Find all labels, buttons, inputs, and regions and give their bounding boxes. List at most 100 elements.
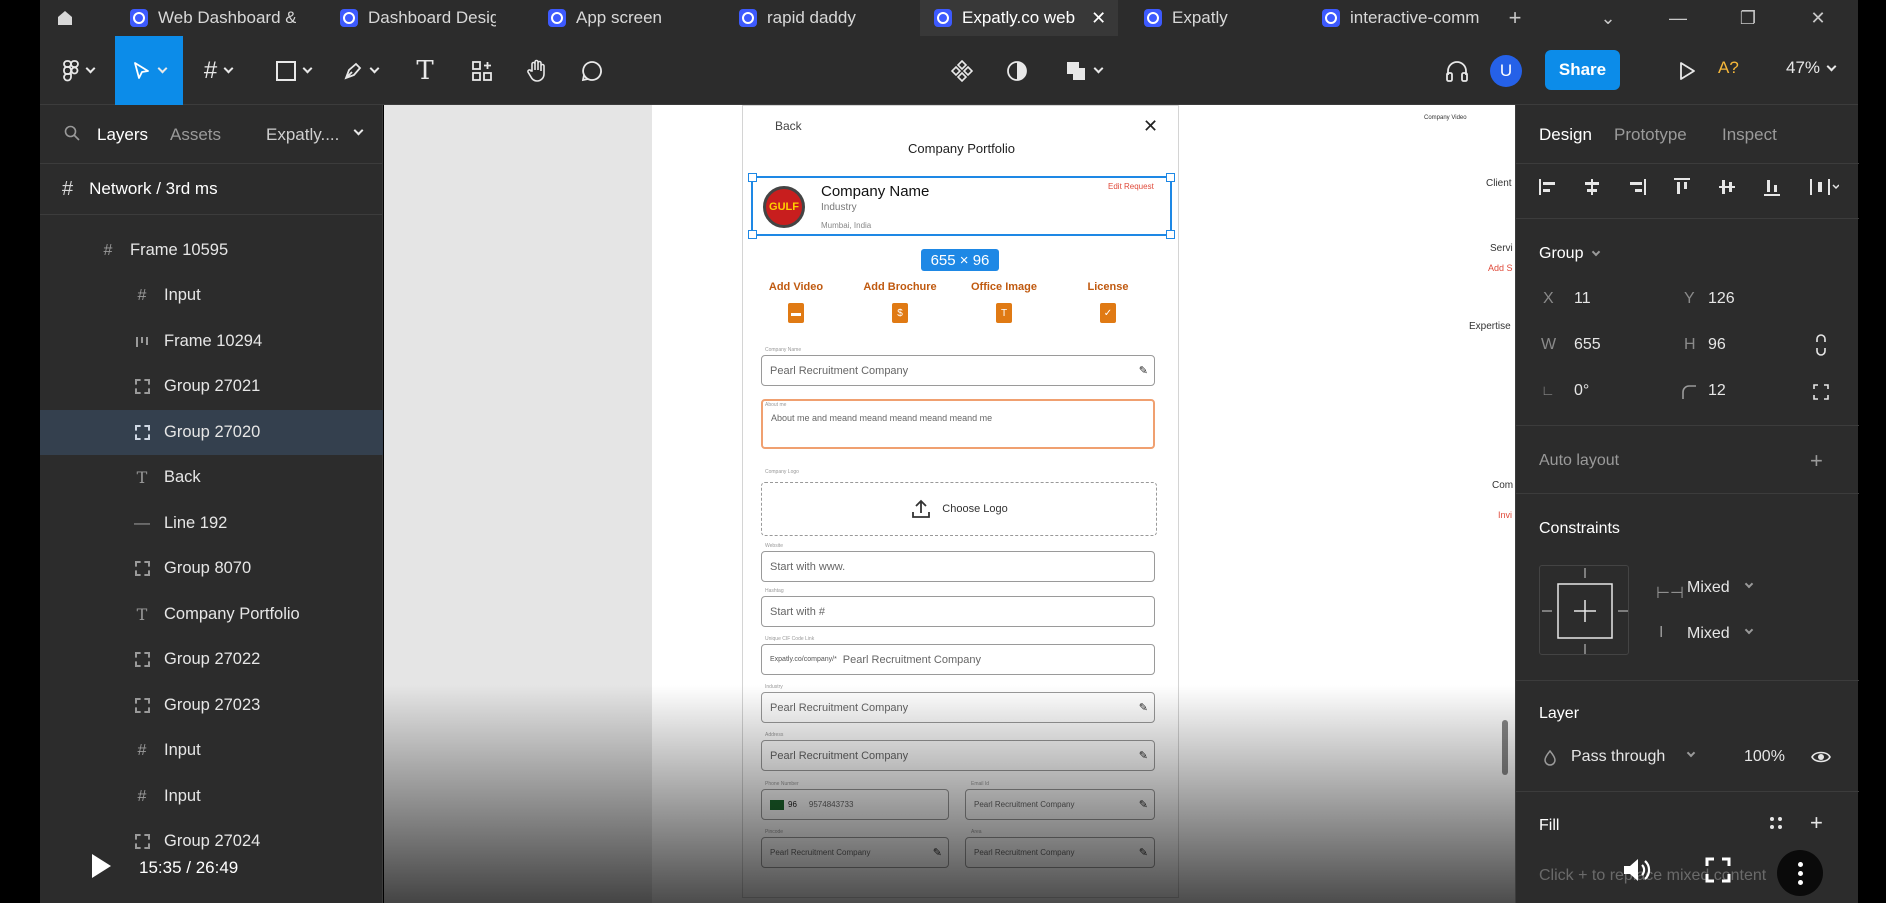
resources-button[interactable] <box>460 36 504 105</box>
layer-row[interactable]: Group 27023 <box>40 683 383 728</box>
align-left-icon[interactable] <box>1536 175 1560 199</box>
mobile-frame-company-portfolio[interactable]: Back ✕ Company Portfolio GULF Company Na… <box>742 105 1179 898</box>
align-middle-v-icon[interactable] <box>1715 175 1739 199</box>
group-section-header[interactable]: Group <box>1539 245 1601 263</box>
tab-expatly[interactable]: Expatly <box>1130 0 1310 36</box>
tab-layers[interactable]: Layers <box>97 125 148 145</box>
hashtag-input[interactable]: Start with # <box>761 596 1155 627</box>
tab-assets[interactable]: Assets <box>170 125 221 145</box>
close-window-icon[interactable]: ✕ <box>1788 0 1848 36</box>
resize-handle[interactable] <box>748 230 757 239</box>
design-canvas[interactable]: Company Video Client Servi Add S Experti… <box>384 105 1515 903</box>
align-center-h-icon[interactable] <box>1580 175 1604 199</box>
independent-corners-icon[interactable] <box>1812 383 1830 406</box>
width-input[interactable]: 655 <box>1574 336 1601 354</box>
website-input[interactable]: Start with www. <box>761 551 1155 582</box>
edit-pencil-icon[interactable]: ✎ <box>1139 798 1148 811</box>
volume-icon[interactable] <box>1617 850 1657 890</box>
tab-app-screen[interactable]: App screen <box>534 0 704 36</box>
about-me-textarea[interactable]: About me and meand meand meand meand mea… <box>761 399 1155 449</box>
boolean-button[interactable] <box>1055 36 1111 105</box>
tab-rapid-daddy[interactable]: rapid daddy <box>725 0 905 36</box>
add-brochure-label[interactable]: Add Brochure <box>855 281 945 293</box>
pincode-input[interactable]: Pearl Recruitment Company ✎ <box>761 837 949 868</box>
user-avatar[interactable]: U <box>1490 55 1522 87</box>
blend-mode-dropdown[interactable]: Pass through <box>1571 748 1665 766</box>
edit-pencil-icon[interactable]: ✎ <box>1139 364 1148 377</box>
resize-handle[interactable] <box>748 173 757 182</box>
video-file-icon[interactable]: ▬ <box>788 303 804 323</box>
main-menu-button[interactable] <box>50 36 106 105</box>
tab-interactive-comm[interactable]: interactive-comm <box>1308 0 1508 36</box>
comment-tool-button[interactable] <box>570 36 614 105</box>
more-options-icon[interactable] <box>1777 850 1823 896</box>
layer-row[interactable]: Group 27022 <box>40 637 383 682</box>
y-input[interactable]: 126 <box>1708 290 1735 308</box>
x-input[interactable]: 11 <box>1574 290 1591 308</box>
style-grid-icon[interactable] <box>1768 815 1784 836</box>
horizontal-constraint-dropdown[interactable]: Mixed <box>1687 579 1730 597</box>
license-label[interactable]: License <box>1063 281 1153 293</box>
office-image-label[interactable]: Office Image <box>959 281 1049 293</box>
layer-row[interactable]: T Back <box>40 455 383 500</box>
pen-tool-button[interactable] <box>332 36 388 105</box>
current-page-row[interactable]: # Network / 3rd ms <box>40 163 383 215</box>
distribute-icon[interactable] <box>1806 175 1842 199</box>
resize-handle[interactable] <box>1166 230 1175 239</box>
opacity-input[interactable]: 100% <box>1744 748 1785 766</box>
shape-tool-button[interactable] <box>265 36 321 105</box>
unique-link-input[interactable]: Expatly.co/company/* Pearl Recruitment C… <box>761 644 1155 675</box>
layer-row[interactable]: T Company Portfolio <box>40 592 383 637</box>
tab-prototype[interactable]: Prototype <box>1614 125 1687 145</box>
fullscreen-icon[interactable] <box>1698 850 1738 890</box>
company-name-input[interactable]: Pearl Recruitment Company ✎ <box>761 355 1155 386</box>
corner-radius-input[interactable]: 12 <box>1708 382 1726 400</box>
home-icon[interactable] <box>40 0 90 36</box>
brochure-file-icon[interactable]: $ <box>892 303 908 323</box>
restore-icon[interactable]: ❐ <box>1718 0 1778 36</box>
layer-row-selected[interactable]: Group 27020 <box>40 410 383 455</box>
add-video-label[interactable]: Add Video <box>751 281 841 293</box>
industry-input[interactable]: Pearl Recruitment Company ✎ <box>761 692 1155 723</box>
component-button[interactable] <box>940 36 984 105</box>
present-button[interactable] <box>1665 36 1709 105</box>
image-file-icon[interactable]: T <box>996 303 1012 323</box>
email-input[interactable]: Pearl Recruitment Company ✎ <box>965 789 1155 820</box>
close-tab-icon[interactable]: ✕ <box>1091 8 1106 29</box>
layer-row[interactable]: # Input <box>40 273 383 318</box>
hand-tool-button[interactable] <box>515 36 559 105</box>
rotation-input[interactable]: 0° <box>1574 382 1589 400</box>
area-input[interactable]: Pearl Recruitment Company ✎ <box>965 837 1155 868</box>
constraints-widget[interactable] <box>1539 565 1629 655</box>
layer-row[interactable]: # Frame 10595 <box>40 228 383 273</box>
tab-expatly-web[interactable]: Expatly.co web ✕ <box>920 0 1118 36</box>
frame-tool-button[interactable]: # <box>190 36 246 105</box>
canvas-scrollbar[interactable] <box>1502 720 1508 775</box>
constrain-proportions-icon[interactable] <box>1813 334 1829 361</box>
address-input[interactable]: Pearl Recruitment Company ✎ <box>761 740 1155 771</box>
close-icon[interactable]: ✕ <box>1143 116 1158 137</box>
edit-pencil-icon[interactable]: ✎ <box>1139 701 1148 714</box>
mask-button[interactable] <box>995 36 1039 105</box>
back-link[interactable]: Back <box>775 119 802 133</box>
eye-icon[interactable] <box>1811 750 1831 769</box>
edit-pencil-icon[interactable]: ✎ <box>1139 846 1148 859</box>
tab-web-dashboard[interactable]: Web Dashboard & <box>116 0 296 36</box>
add-fill-icon[interactable]: + <box>1810 810 1823 836</box>
layer-row[interactable]: # Input <box>40 774 383 819</box>
move-tool-button[interactable] <box>115 36 183 105</box>
audio-chat-button[interactable] <box>1435 36 1479 105</box>
page-dropdown[interactable]: Expatly.... <box>266 125 339 145</box>
layer-row[interactable]: # Input <box>40 728 383 773</box>
tab-dashboard-design[interactable]: Dashboard Design <box>326 0 496 36</box>
add-auto-layout-icon[interactable]: + <box>1810 448 1823 474</box>
minimize-icon[interactable]: — <box>1648 0 1708 36</box>
layer-row[interactable]: — Line 192 <box>40 501 383 546</box>
text-tool-button[interactable]: T <box>403 36 447 105</box>
edit-pencil-icon[interactable]: ✎ <box>933 846 942 859</box>
selection-bounding-box[interactable] <box>748 173 1175 239</box>
phone-input[interactable]: 96 9574843733 <box>761 789 949 820</box>
layer-row[interactable]: Frame 10294 <box>40 319 383 364</box>
license-file-icon[interactable]: ✓ <box>1100 303 1116 323</box>
zoom-dropdown[interactable]: 47% <box>1786 58 1837 78</box>
